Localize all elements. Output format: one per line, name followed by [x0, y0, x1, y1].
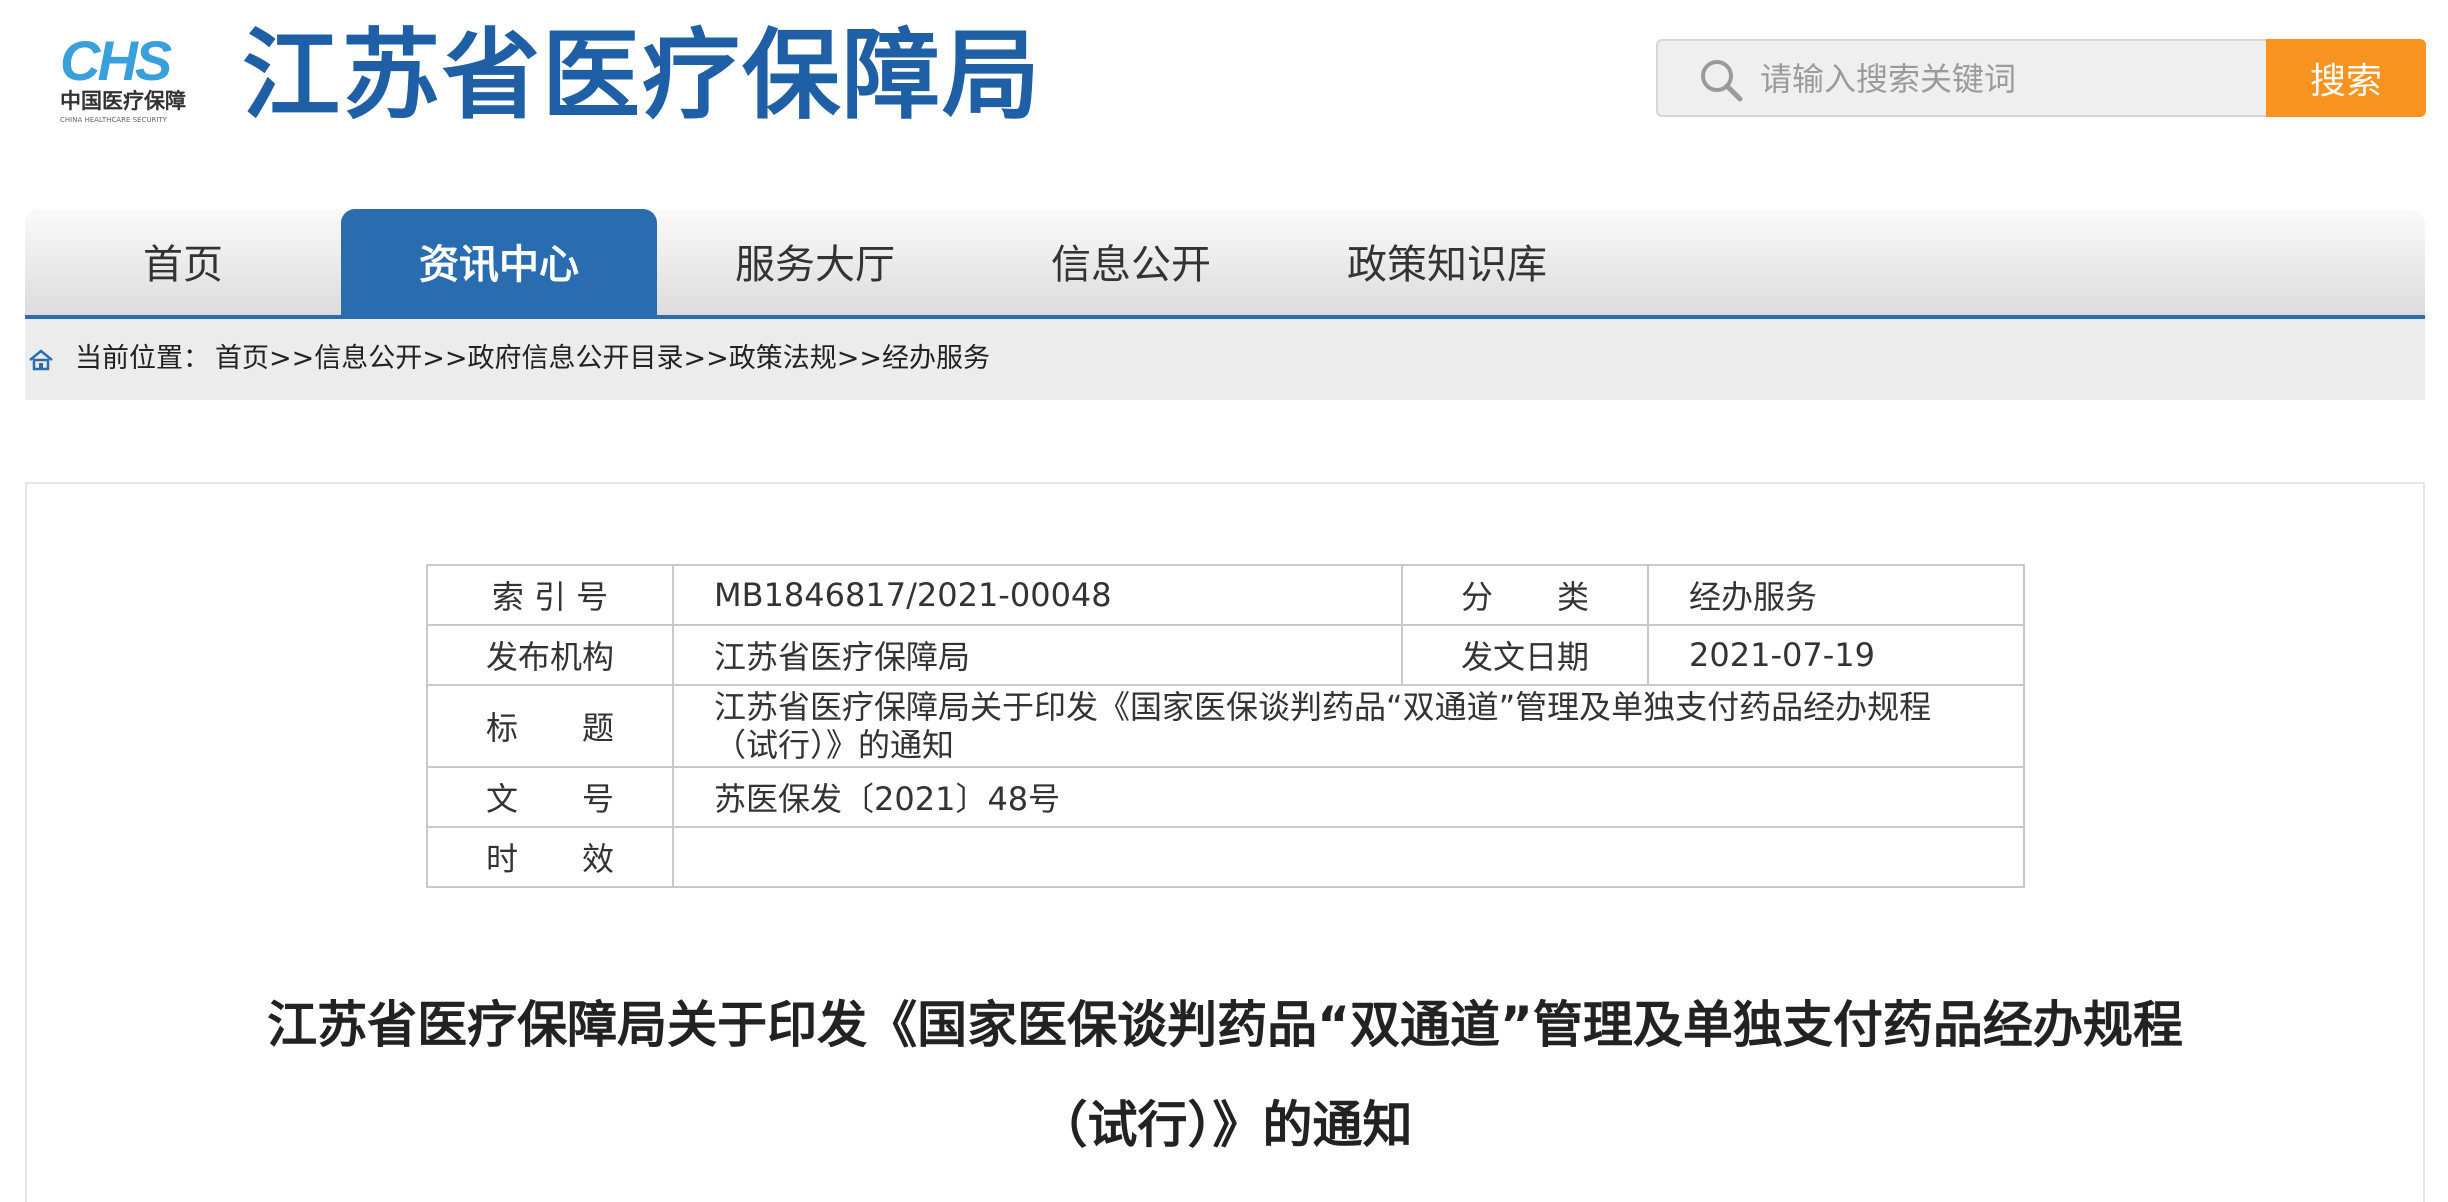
- publisher-label: 发布机构: [426, 624, 674, 686]
- nav-item-policy-library[interactable]: 政策知识库: [1289, 209, 1605, 315]
- nav-item-info-disclosure[interactable]: 信息公开: [973, 209, 1289, 315]
- publisher-value: 江苏省医疗保障局: [672, 624, 1403, 686]
- breadcrumb-home[interactable]: 首页: [215, 343, 269, 374]
- breadcrumb-policy-regulations[interactable]: 政策法规: [729, 343, 837, 374]
- document-title-line-1: 江苏省医疗保障局关于印发《国家医保谈判药品“双通道”管理及单独支付药品经办规程: [267, 996, 2183, 1054]
- validity-value: [672, 826, 2025, 888]
- search-button[interactable]: 搜索: [2266, 39, 2426, 117]
- breadcrumb-info-disclosure[interactable]: 信息公开: [314, 343, 422, 374]
- breadcrumb-label: 当前位置：: [75, 343, 210, 374]
- document-title-line-2: （试行）》的通知: [1037, 1096, 1413, 1154]
- breadcrumb-separator: >>: [836, 343, 882, 374]
- title-value: 江苏省医疗保障局关于印发《国家医保谈判药品“双通道”管理及单独支付药品经办规程（…: [672, 684, 2025, 768]
- table-row: 索 引 号 MB1846817/2021-00048 分 类 经办服务: [426, 564, 2025, 626]
- logo-cn-text: 中国医疗保障: [60, 89, 186, 113]
- date-label: 发文日期: [1401, 624, 1649, 686]
- doc-number-label: 文 号: [426, 766, 674, 828]
- table-row: 发布机构 江苏省医疗保障局 发文日期 2021-07-19: [426, 624, 2025, 686]
- validity-label: 时 效: [426, 826, 674, 888]
- index-label: 索 引 号: [426, 564, 674, 626]
- search-box: [1656, 39, 2267, 117]
- home-icon: [29, 349, 53, 371]
- nav-item-service-hall[interactable]: 服务大厅: [657, 209, 973, 315]
- document-meta-table: 索 引 号 MB1846817/2021-00048 分 类 经办服务 发布机构…: [426, 564, 2025, 888]
- index-value: MB1846817/2021-00048: [672, 564, 1403, 626]
- search-icon: [1701, 60, 1743, 102]
- breadcrumb-handling-services[interactable]: 经办服务: [882, 343, 990, 374]
- chs-logo[interactable]: CHS 中国医疗保障 CHINA HEALTHCARE SECURITY: [58, 30, 210, 126]
- category-value: 经办服务: [1647, 564, 2025, 626]
- title-label: 标 题: [426, 684, 674, 768]
- nav-item-news-center[interactable]: 资讯中心: [341, 209, 657, 315]
- nav-item-home[interactable]: 首页: [25, 209, 341, 315]
- search-input[interactable]: [1758, 41, 2242, 117]
- logo-en-text: CHINA HEALTHCARE SECURITY: [60, 116, 168, 124]
- breadcrumb-path: 首页>>信息公开>>政府信息公开目录>>政策法规>>经办服务: [215, 339, 990, 379]
- breadcrumb-gov-info-catalog[interactable]: 政府信息公开目录: [468, 343, 684, 374]
- breadcrumb: 当前位置： 首页>>信息公开>>政府信息公开目录>>政策法规>>经办服务: [25, 319, 2425, 400]
- table-row: 文 号 苏医保发〔2021〕48号: [426, 766, 2025, 828]
- site-title[interactable]: 江苏省医疗保障局: [242, 20, 1042, 132]
- breadcrumb-separator: >>: [269, 343, 315, 374]
- table-row: 标 题 江苏省医疗保障局关于印发《国家医保谈判药品“双通道”管理及单独支付药品经…: [426, 684, 2025, 768]
- logo-mark-text: CHS: [60, 30, 172, 92]
- main-nav: 首页 资讯中心 服务大厅 信息公开 政策知识库: [25, 209, 2425, 319]
- doc-number-value: 苏医保发〔2021〕48号: [672, 766, 2025, 828]
- date-value: 2021-07-19: [1647, 624, 2025, 686]
- document-title: 江苏省医疗保障局关于印发《国家医保谈判药品“双通道”管理及单独支付药品经办规程 …: [200, 975, 2250, 1175]
- breadcrumb-separator: >>: [683, 343, 729, 374]
- table-row: 时 效: [426, 826, 2025, 888]
- site-header: CHS 中国医疗保障 CHINA HEALTHCARE SECURITY 江苏省…: [0, 0, 2448, 200]
- breadcrumb-separator: >>: [422, 343, 468, 374]
- category-label: 分 类: [1401, 564, 1649, 626]
